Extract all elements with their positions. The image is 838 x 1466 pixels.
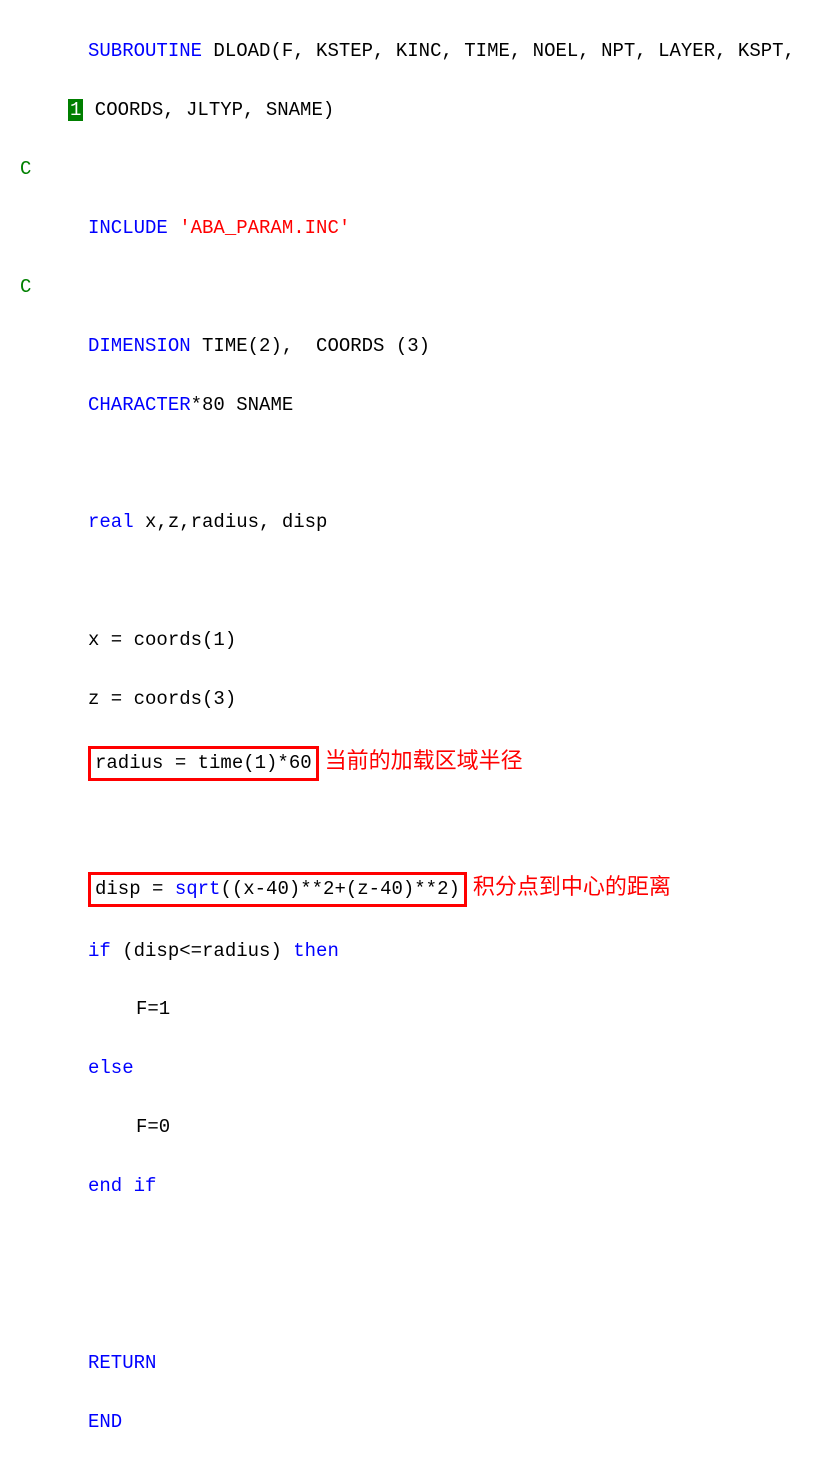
comment-line: C: [0, 273, 838, 302]
keyword-else: else: [0, 1054, 838, 1083]
code-line: real x,z,radius, disp: [0, 508, 838, 537]
code-text: COORDS, JLTYP, SNAME): [83, 99, 334, 121]
code-line: z = coords(3): [0, 685, 838, 714]
code-line: if (disp<=radius) then: [0, 937, 838, 966]
annotation-radius: 当前的加载区域半径: [325, 748, 523, 773]
highlight-box: radius = time(1)*60: [88, 746, 319, 781]
keyword-endif: end if: [0, 1172, 838, 1201]
code-text: *80 SNAME: [191, 394, 294, 416]
continuation-marker: 1: [68, 99, 83, 121]
function-sqrt: sqrt: [175, 878, 221, 900]
highlighted-line-disp: disp = sqrt((x-40)**2+(z-40)**2)积分点到中心的距…: [0, 870, 838, 907]
highlighted-line-radius: radius = time(1)*60当前的加载区域半径: [0, 744, 838, 781]
keyword-return: RETURN: [0, 1349, 838, 1378]
keyword-if: if: [88, 940, 111, 962]
blank-line: [0, 450, 838, 479]
code-line: INCLUDE 'ABA_PARAM.INC': [0, 214, 838, 243]
keyword-include: INCLUDE: [88, 217, 179, 239]
code-line: CHARACTER*80 SNAME: [0, 391, 838, 420]
keyword-then: then: [293, 940, 339, 962]
code-block: SUBROUTINE DLOAD(F, KSTEP, KINC, TIME, N…: [0, 8, 838, 1466]
blank-line: [0, 811, 838, 840]
keyword-dimension: DIMENSION: [88, 335, 191, 357]
code-text: DLOAD(F, KSTEP, KINC, TIME, NOEL, NPT, L…: [202, 40, 795, 62]
code-line: DIMENSION TIME(2), COORDS (3): [0, 332, 838, 361]
blank-line: [0, 1290, 838, 1319]
code-text: (disp<=radius): [111, 940, 293, 962]
code-text: ((x-40)**2+(z-40)**2): [220, 878, 459, 900]
keyword-real: real: [88, 511, 134, 533]
keyword-end: END: [0, 1408, 838, 1437]
code-line: F=1: [0, 995, 838, 1024]
code-text: TIME(2), COORDS (3): [191, 335, 430, 357]
code-line: 1 COORDS, JLTYP, SNAME): [0, 96, 838, 125]
string-literal: 'ABA_PARAM.INC': [179, 217, 350, 239]
code-text: disp =: [95, 878, 175, 900]
annotation-distance: 积分点到中心的距离: [473, 874, 671, 899]
comment-line: C: [0, 155, 838, 184]
keyword-subroutine: SUBROUTINE: [88, 40, 202, 62]
code-line: F=0: [0, 1113, 838, 1142]
blank-line: [0, 1231, 838, 1260]
code-line: x = coords(1): [0, 626, 838, 655]
code-text: x,z,radius, disp: [134, 511, 328, 533]
keyword-character: CHARACTER: [88, 394, 191, 416]
code-line: SUBROUTINE DLOAD(F, KSTEP, KINC, TIME, N…: [0, 37, 838, 66]
highlight-box: disp = sqrt((x-40)**2+(z-40)**2): [88, 872, 467, 907]
blank-line: [0, 567, 838, 596]
